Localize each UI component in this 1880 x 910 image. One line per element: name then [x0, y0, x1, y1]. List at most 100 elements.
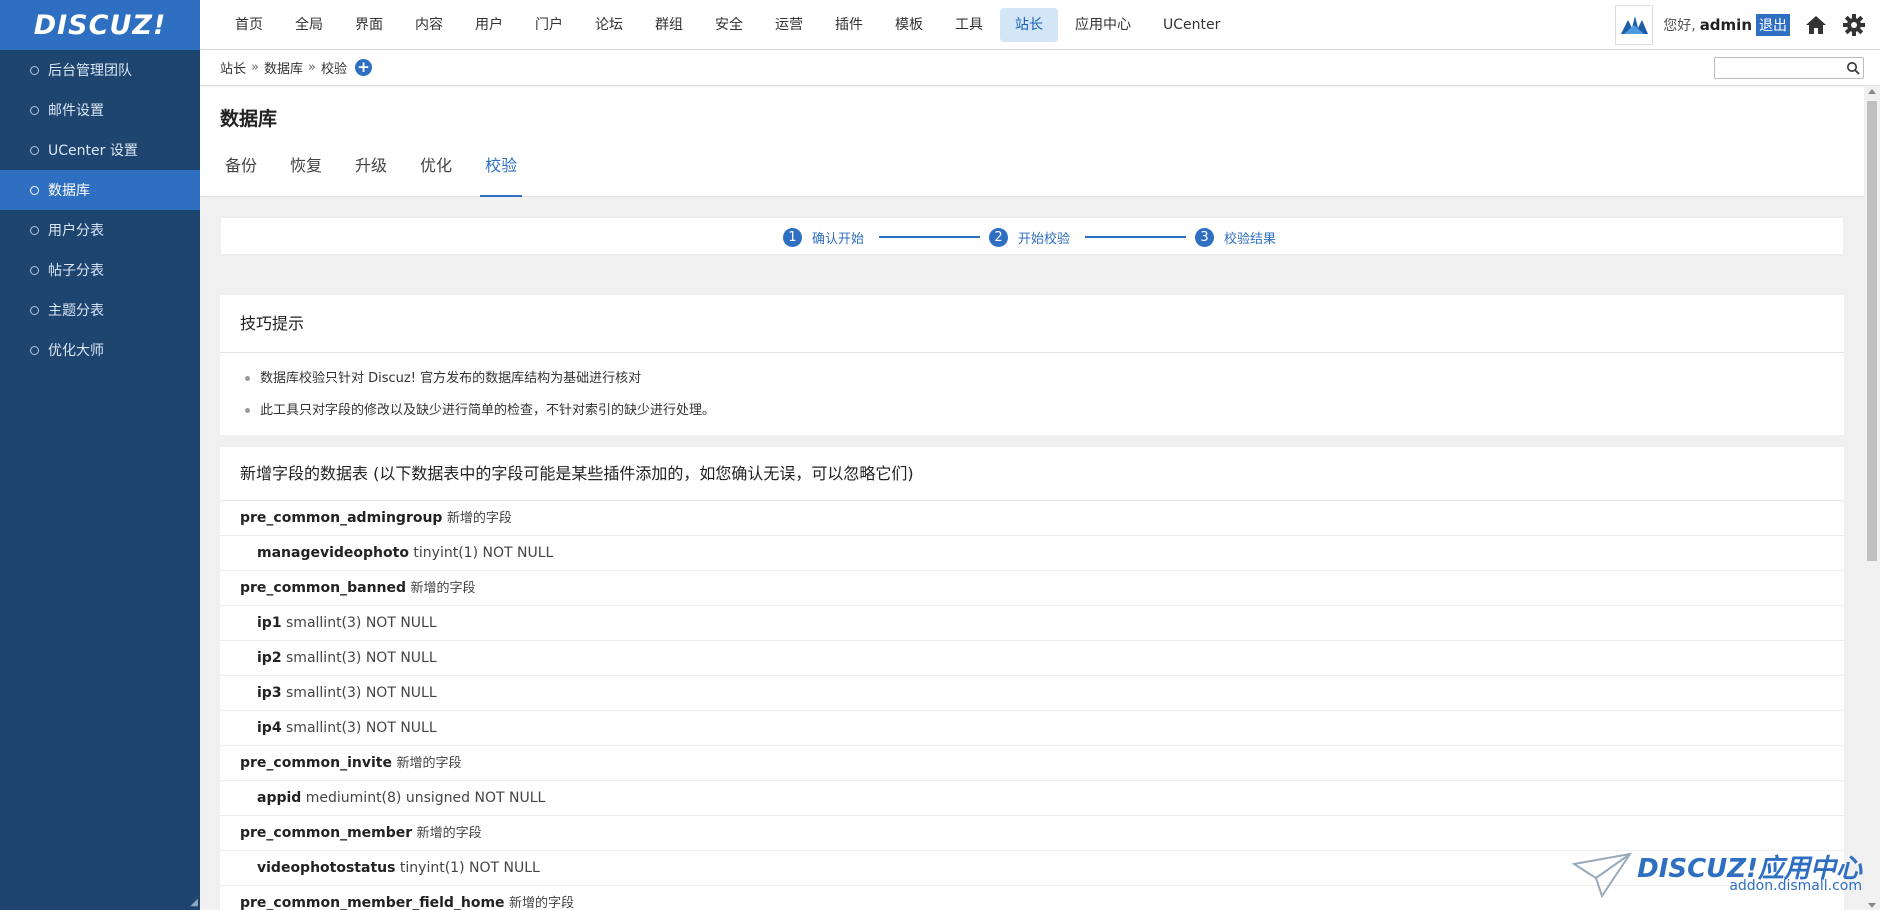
nav-item[interactable]: 门户	[520, 8, 578, 42]
bullet-circle-icon	[30, 305, 39, 315]
discuz-logo[interactable]: DISCUZ!	[0, 0, 200, 50]
step-1: 1 确认开始	[783, 218, 864, 256]
new-fields-title: 新增字段的数据表 (以下数据表中的字段可能是某些插件添加的，如您确认无误，可以忽…	[220, 447, 1844, 501]
tab[interactable]: 恢复	[285, 149, 322, 197]
sidebar-item[interactable]: 帖子分表	[0, 250, 200, 290]
page-header: 数据库 备份 恢复 升级 优化 校验	[200, 87, 1864, 197]
add-favorite-icon[interactable]: +	[354, 59, 372, 76]
app-center-icon[interactable]	[1615, 5, 1654, 45]
gear-icon[interactable]	[1842, 13, 1866, 37]
table-note: 新增的字段	[509, 896, 575, 910]
breadcrumb-bar: 站长 » 数据库 » 校验 +	[200, 50, 1880, 86]
sidebar-item[interactable]: 用户分表	[0, 210, 200, 250]
bullet-circle-icon	[30, 345, 39, 355]
main-nav: 首页 全局 界面 内容 用户 门户 论坛 群组 安全 运营 插件 模板 工具 站长 应用中心 UCenter	[220, 8, 1237, 42]
breadcrumb-item[interactable]: 校验	[321, 58, 347, 77]
watermark: DISCUZ!应用中心 addon.dismall.com	[1572, 848, 1862, 898]
nav-item[interactable]: 应用中心	[1060, 8, 1146, 42]
field-row: managevideophoto tinyint(1) NOT NULL	[220, 536, 1844, 571]
step-2: 2 开始校验	[989, 218, 1070, 256]
table-row: pre_common_banned 新增的字段	[220, 571, 1844, 606]
sidebar-item-label: UCenter 设置	[48, 143, 138, 159]
sidebar-item-label: 帖子分表	[48, 263, 104, 279]
nav-item[interactable]: UCenter	[1148, 8, 1235, 42]
scroll-up-icon[interactable]	[1868, 89, 1876, 94]
table-name: pre_common_admingroup	[240, 510, 443, 526]
sidebar: 后台管理团队邮件设置 UCenter 设置数据库用户分表帖子分表主题分表优化大师 ◢	[0, 50, 200, 910]
field-type: mediumint(8) unsigned NOT NULL	[305, 790, 546, 806]
field-type: smallint(3) NOT NULL	[286, 650, 437, 666]
field-name: ip2	[257, 650, 282, 666]
nav-item[interactable]: 内容	[400, 8, 458, 42]
home-icon[interactable]	[1804, 13, 1828, 37]
field-name: ip4	[257, 720, 282, 736]
top-bar: DISCUZ! 首页 全局 界面 内容 用户 门户 论坛 群组 安全 运营 插件 模板 工具 站长 应用中心…	[0, 0, 1880, 50]
bullet-circle-icon	[30, 185, 39, 195]
nav-item[interactable]: 全局	[280, 8, 338, 42]
sidebar-item-label: 用户分表	[48, 223, 104, 239]
breadcrumb-item[interactable]: 站长	[220, 58, 246, 77]
sidebar-item-label: 后台管理团队	[48, 63, 132, 79]
table-name: pre_common_invite	[240, 755, 392, 771]
resize-corner-icon: ◢	[190, 897, 198, 908]
scroll-thumb[interactable]	[1867, 101, 1877, 561]
sidebar-item[interactable]: 后台管理团队	[0, 50, 200, 90]
nav-item[interactable]: 安全	[700, 8, 758, 42]
field-type: smallint(3) NOT NULL	[286, 615, 437, 631]
sidebar-item[interactable]: 邮件设置	[0, 90, 200, 130]
nav-item[interactable]: 界面	[340, 8, 398, 42]
table-row: pre_common_invite 新增的字段	[220, 746, 1844, 781]
nav-item[interactable]: 首页	[220, 8, 278, 42]
step-connector	[879, 236, 980, 238]
tab[interactable]: 校验	[480, 149, 523, 197]
table-name: pre_common_banned	[240, 580, 407, 596]
field-row: ip2 smallint(3) NOT NULL	[220, 641, 1844, 676]
sidebar-item[interactable]: 数据库	[0, 170, 200, 210]
paper-plane-icon	[1572, 852, 1632, 898]
nav-item[interactable]: 论坛	[580, 8, 638, 42]
progress-steps: 1 确认开始 2 开始校验 3 校验结果	[220, 217, 1844, 255]
tab-bar: 备份 恢复 升级 优化 校验	[220, 149, 523, 197]
greeting-text: 您好,	[1663, 18, 1696, 34]
nav-item[interactable]: 用户	[460, 8, 518, 42]
field-name: ip3	[257, 685, 282, 701]
step-3: 3 校验结果	[1195, 218, 1276, 256]
tab[interactable]: 备份	[220, 149, 257, 197]
nav-item[interactable]: 工具	[940, 8, 998, 42]
nav-item[interactable]: 模板	[880, 8, 938, 42]
search-input[interactable]	[1714, 57, 1864, 79]
main-content: 数据库 备份 恢复 升级 优化 校验 1 确认开始 2 开始校验 3 校验结果 技巧提示 数据…	[200, 87, 1864, 910]
tab[interactable]: 升级	[350, 149, 387, 197]
username: admin	[1699, 16, 1752, 34]
nav-item[interactable]: 插件	[820, 8, 878, 42]
logout-link[interactable]: 退出	[1756, 14, 1790, 36]
search-icon[interactable]	[1846, 61, 1860, 75]
table-name: pre_common_member_field_home	[240, 895, 505, 910]
nav-item[interactable]: 群组	[640, 8, 698, 42]
nav-item[interactable]: 站长	[1000, 8, 1058, 42]
bullet-circle-icon	[30, 265, 39, 275]
vertical-scrollbar[interactable]	[1864, 87, 1880, 910]
field-name: videophotostatus	[257, 860, 396, 876]
scroll-down-icon[interactable]	[1868, 903, 1876, 908]
field-name: appid	[257, 790, 302, 806]
table-note: 新增的字段	[410, 581, 476, 596]
tip-item: 此工具只对字段的修改以及缺少进行简单的检查，不针对索引的缺少进行处理。	[220, 395, 1844, 427]
breadcrumb-item[interactable]: 数据库	[264, 58, 303, 77]
tab[interactable]: 优化	[415, 149, 452, 197]
sidebar-item[interactable]: UCenter 设置	[0, 130, 200, 170]
user-area: 您好, admin 退出	[1615, 0, 1880, 50]
sidebar-item[interactable]: 优化大师	[0, 330, 200, 370]
table-note: 新增的字段	[446, 511, 512, 526]
field-row: ip4 smallint(3) NOT NULL	[220, 711, 1844, 746]
table-row: pre_common_member 新增的字段	[220, 816, 1844, 851]
bullet-circle-icon	[30, 65, 39, 75]
step-connector	[1085, 236, 1186, 238]
nav-item[interactable]: 运营	[760, 8, 818, 42]
new-fields-panel: 新增字段的数据表 (以下数据表中的字段可能是某些插件添加的，如您确认无误，可以忽…	[220, 447, 1844, 910]
sidebar-item-label: 优化大师	[48, 343, 104, 359]
tips-title: 技巧提示	[220, 295, 1844, 353]
sidebar-item[interactable]: 主题分表	[0, 290, 200, 330]
field-type: tinyint(1) NOT NULL	[399, 860, 540, 876]
tips-panel: 技巧提示 数据库校验只针对 Discuz! 官方发布的数据库结构为基础进行核对 …	[220, 295, 1844, 435]
